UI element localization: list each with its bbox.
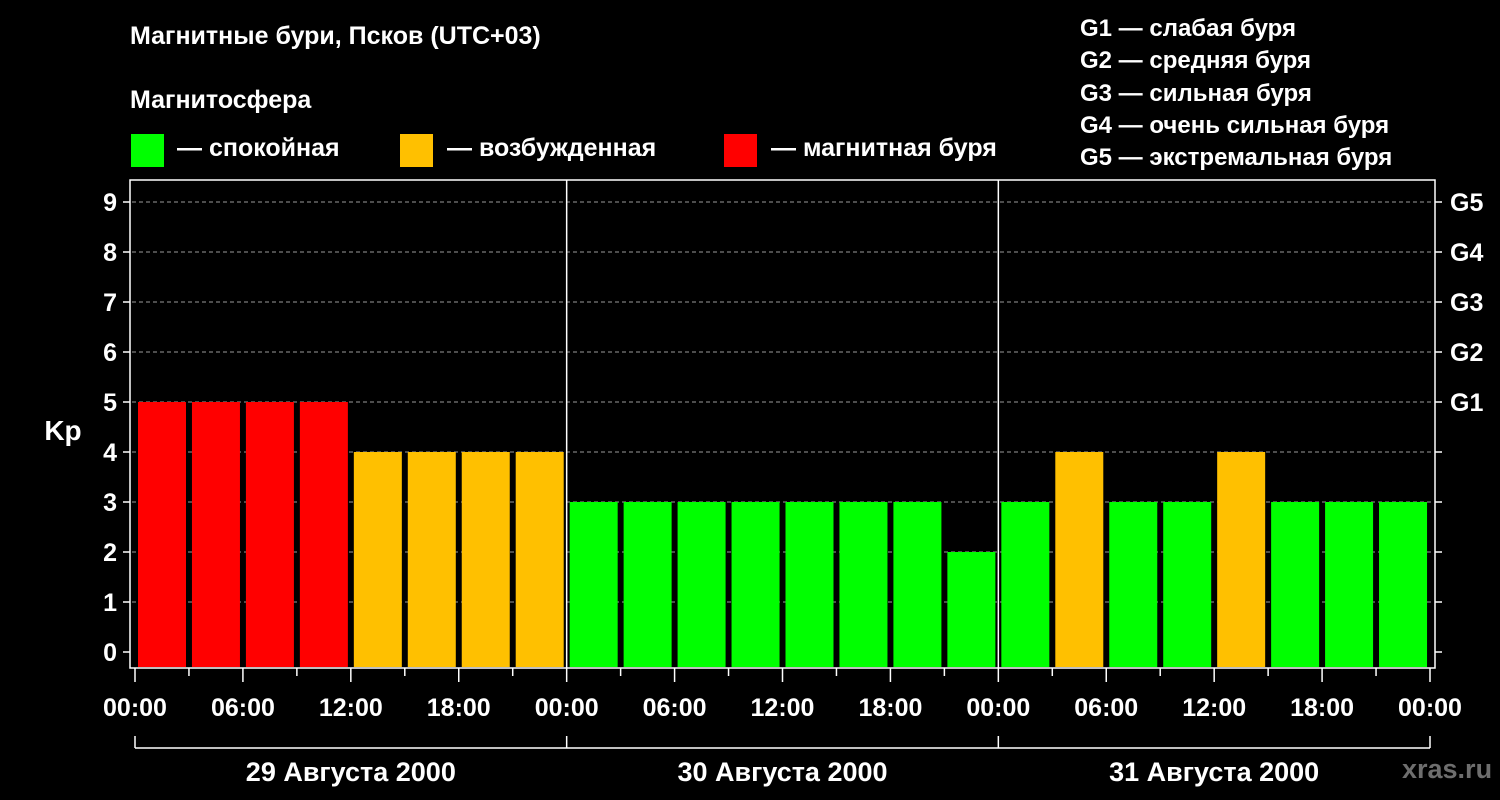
g-level-label: G5 (1450, 189, 1483, 217)
kp-bar (1271, 502, 1320, 667)
kp-bar (191, 402, 240, 667)
g-level-label: G2 (1450, 339, 1483, 367)
x-tick-label: 06:00 (1074, 694, 1138, 722)
kp-bar (1379, 502, 1428, 667)
y-tick-label: 6 (103, 339, 117, 367)
kp-bar (893, 502, 942, 667)
kp-bar (407, 452, 456, 667)
day-label: 31 Августа 2000 (1109, 757, 1319, 787)
y-tick-label: 4 (103, 439, 117, 467)
x-tick-label: 18:00 (858, 694, 922, 722)
kp-bar (839, 502, 888, 667)
g-level-label: G4 (1450, 239, 1483, 267)
x-tick-label: 00:00 (966, 694, 1030, 722)
kp-bar (461, 452, 510, 667)
y-axis-label: Kp (44, 415, 81, 446)
y-tick-label: 8 (103, 239, 117, 267)
x-tick-label: 18:00 (1290, 694, 1354, 722)
y-tick-label: 3 (103, 489, 117, 517)
watermark: xras.ru (1402, 754, 1493, 784)
x-tick-label: 00:00 (1398, 694, 1462, 722)
kp-bar (353, 452, 402, 667)
kp-bar (947, 552, 996, 667)
kp-bar (731, 502, 780, 667)
x-tick-label: 06:00 (211, 694, 275, 722)
x-tick-label: 12:00 (751, 694, 815, 722)
kp-bar (1001, 502, 1050, 667)
kp-bar (1109, 502, 1158, 667)
x-tick-label: 00:00 (535, 694, 599, 722)
x-tick-label: 18:00 (427, 694, 491, 722)
kp-bar (677, 502, 726, 667)
kp-bar-chart: 0 1 2 3 4 5 6 7 8 9 G1 G2 G3 G4 G5 Kp 00:00 06:00 12:00 18:… (44, 179, 1483, 787)
x-tick-label: 00:00 (103, 694, 167, 722)
y-tick-label: 1 (103, 589, 117, 617)
x-tick-label: 12:00 (319, 694, 383, 722)
kp-bar (138, 402, 186, 667)
y-tick-label: 2 (103, 539, 117, 567)
g-level-label: G1 (1450, 389, 1483, 417)
x-tick-label: 06:00 (643, 694, 707, 722)
kp-bar (245, 402, 294, 667)
g-level-label: G3 (1450, 289, 1483, 317)
kp-bar (1163, 502, 1212, 667)
kp-bar (785, 502, 834, 667)
kp-bar (1055, 452, 1104, 667)
y-tick-label: 0 (103, 639, 117, 667)
kp-bar (1217, 452, 1266, 667)
day-label: 30 Августа 2000 (677, 757, 887, 787)
x-tick-label: 12:00 (1182, 694, 1246, 722)
day-label: 29 Августа 2000 (246, 757, 456, 787)
kp-bar (299, 402, 348, 667)
kp-bar (569, 502, 618, 667)
kp-bar (515, 452, 564, 667)
y-tick-label: 7 (103, 289, 117, 317)
y-tick-label: 5 (103, 389, 117, 417)
y-tick-label: 9 (103, 189, 117, 217)
kp-bar (623, 502, 672, 667)
kp-bar (1325, 502, 1374, 667)
